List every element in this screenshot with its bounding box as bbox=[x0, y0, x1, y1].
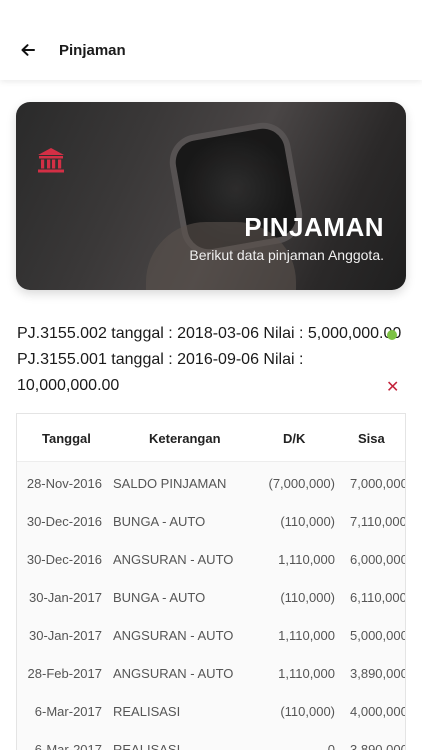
cell-keterangan: ANGSURAN - AUTO bbox=[113, 552, 234, 567]
cell-tanggal: 30-Jan-2017 bbox=[29, 628, 102, 643]
cell-tanggal: 30-Dec-2016 bbox=[26, 514, 102, 529]
table-row: 30-Jan-2017 BUNGA - AUTO (110,000) 6,110,00… bbox=[17, 578, 406, 616]
cell-sisa: 3,890,000 bbox=[350, 742, 406, 750]
cell-keterangan: ANGSURAN - AUTO bbox=[113, 666, 234, 681]
banner-title: PINJAMAN bbox=[244, 212, 384, 242]
loan-history-table: Tanggal Keterangan D/K Sisa 28-Nov-2016 S… bbox=[16, 413, 406, 750]
cell-dk: 1,110,000 bbox=[278, 666, 335, 681]
cell-dk: 0 bbox=[327, 742, 335, 750]
table-row: 28-Nov-2016 SALDO PINJAMAN (7,000,000) 7,00… bbox=[17, 464, 406, 502]
page-title: Pinjaman bbox=[59, 42, 126, 59]
column-header-sisa: Sisa bbox=[358, 431, 385, 446]
cell-dk: 1,110,000 bbox=[278, 628, 335, 643]
cell-sisa: 6,110,000 bbox=[350, 590, 406, 605]
app-bar: Pinjaman bbox=[0, 0, 422, 80]
table-row: 30-Jan-2017 ANGSURAN - AUTO 1,110,000 5,000… bbox=[17, 616, 406, 654]
cell-keterangan: BUNGA - AUTO bbox=[113, 590, 206, 605]
column-header-dk: D/K bbox=[283, 431, 306, 446]
close-icon[interactable]: ✕ bbox=[386, 377, 399, 397]
column-header-keterangan: Keterangan bbox=[149, 431, 221, 446]
loan-item[interactable]: PJ.3155.001 tanggal : 2016-09-06 Nilai :… bbox=[17, 347, 387, 399]
column-header-tanggal: Tanggal bbox=[42, 431, 91, 446]
cell-dk: 1,110,000 bbox=[278, 552, 335, 567]
cell-tanggal: 6-Mar-2017 bbox=[34, 704, 102, 719]
cell-keterangan: SALDO PINJAMAN bbox=[113, 476, 227, 491]
back-button[interactable] bbox=[16, 38, 40, 62]
table-row: 6-Mar-2017 REALISASI (110,000) 4,000,000 bbox=[17, 692, 406, 730]
cell-dk: (110,000) bbox=[280, 704, 335, 719]
check-icon[interactable] bbox=[386, 328, 398, 340]
cell-dk: (110,000) bbox=[280, 514, 335, 529]
cell-tanggal: 6-Mar-2017 bbox=[34, 742, 102, 750]
table-row: 30-Dec-2016 ANGSURAN - AUTO 1,110,000 6,000… bbox=[17, 540, 406, 578]
banner-subtitle: Berikut data pinjaman Anggota. bbox=[189, 247, 384, 263]
cell-dk: (7,000,000) bbox=[268, 476, 336, 491]
arrow-left-icon bbox=[21, 44, 35, 56]
cell-keterangan: REALISASI bbox=[113, 742, 181, 750]
table-row: 30-Dec-2016 BUNGA - AUTO (110,000) 7,110,00… bbox=[17, 502, 406, 540]
cell-tanggal: 28-Feb-2017 bbox=[27, 666, 102, 681]
cell-dk: (110,000) bbox=[280, 590, 335, 605]
cell-sisa: 7,000,000 bbox=[350, 476, 406, 491]
cell-keterangan: BUNGA - AUTO bbox=[113, 514, 206, 529]
loan-item[interactable]: PJ.3155.002 tanggal : 2018-03-06 Nilai :… bbox=[17, 321, 417, 347]
table-header: Tanggal Keterangan D/K Sisa bbox=[17, 414, 405, 462]
cell-sisa: 7,110,000 bbox=[350, 514, 406, 529]
table-row: 6-Mar-2017 REALISASI 0 3,890,000 bbox=[17, 730, 406, 750]
cell-sisa: 4,000,000 bbox=[350, 704, 406, 719]
loan-banner: PINJAMAN Berikut data pinjaman Anggota. bbox=[16, 102, 406, 290]
cell-tanggal: 30-Dec-2016 bbox=[26, 552, 102, 567]
cell-tanggal: 30-Jan-2017 bbox=[29, 590, 102, 605]
bank-icon bbox=[36, 146, 66, 179]
cell-keterangan: ANGSURAN - AUTO bbox=[113, 628, 234, 643]
cell-sisa: 6,000,000 bbox=[350, 552, 406, 567]
cell-keterangan: REALISASI bbox=[113, 704, 181, 719]
table-row: 28-Feb-2017 ANGSURAN - AUTO 1,110,000 3,890… bbox=[17, 654, 406, 692]
cell-tanggal: 28-Nov-2016 bbox=[26, 476, 102, 491]
cell-sisa: 3,890,000 bbox=[350, 666, 406, 681]
cell-sisa: 5,000,000 bbox=[350, 628, 406, 643]
